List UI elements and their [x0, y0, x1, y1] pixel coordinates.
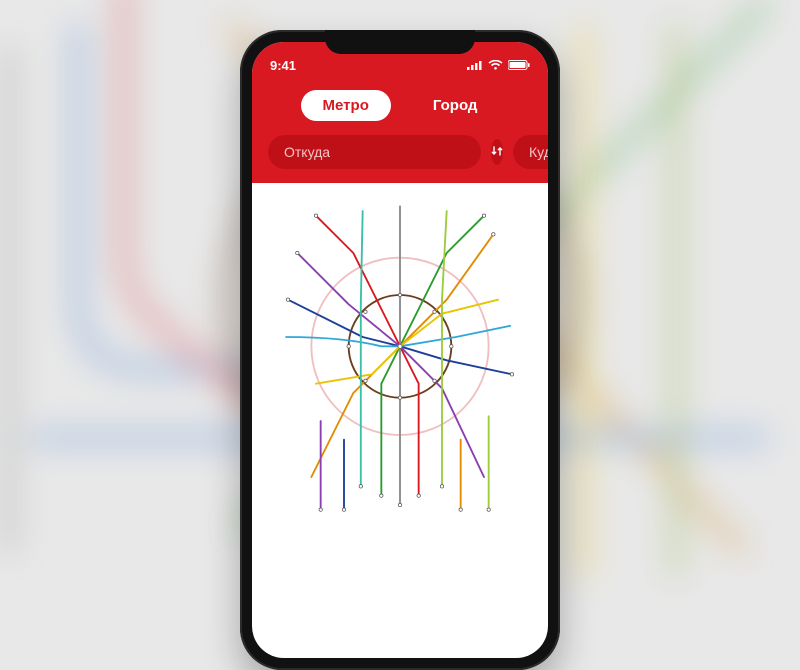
status-time: 9:41 — [270, 58, 296, 73]
app-screen: 9:41 Метро Город — [252, 42, 548, 658]
wifi-icon — [488, 58, 503, 73]
phone-frame: 9:41 Метро Город — [240, 30, 560, 670]
swap-button[interactable] — [491, 139, 503, 165]
tab-city[interactable]: Город — [411, 90, 500, 121]
battery-icon — [508, 58, 530, 73]
phone-notch — [325, 30, 475, 54]
status-bar: 9:41 — [252, 54, 548, 76]
metro-map[interactable] — [252, 183, 548, 658]
swap-icon — [491, 145, 503, 160]
route-search-row — [252, 135, 548, 169]
status-icons — [467, 58, 530, 73]
to-input[interactable] — [513, 135, 548, 169]
tab-metro[interactable]: Метро — [301, 90, 391, 121]
signal-icon — [467, 58, 483, 73]
app-header: 9:41 Метро Город — [252, 42, 548, 183]
mode-tabs: Метро Город — [252, 90, 548, 121]
from-input[interactable] — [268, 135, 481, 169]
